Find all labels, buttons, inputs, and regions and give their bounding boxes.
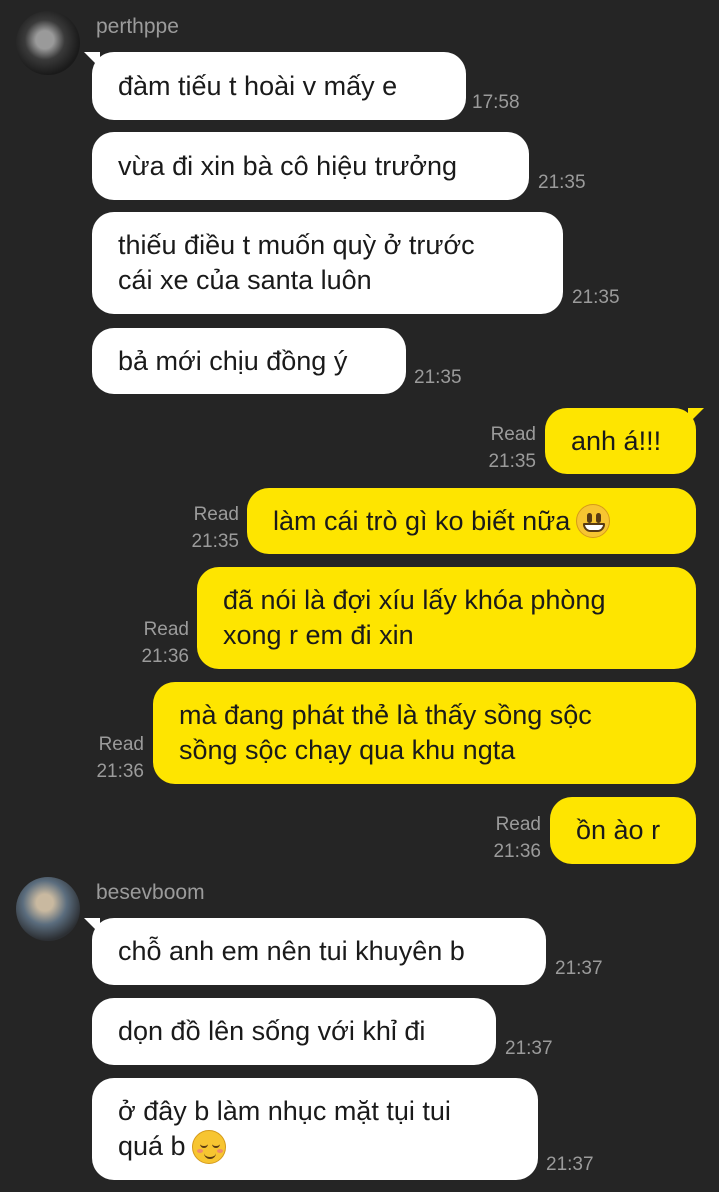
message-time: 21:36	[96, 761, 144, 782]
message-text: thiếu điều t muốn quỳ ở trước cái xe của…	[118, 230, 475, 295]
grinning-face-emoji	[576, 504, 611, 538]
sender-name: perthppe	[96, 15, 179, 38]
message-text: làm cái trò gì ko biết nữa	[273, 505, 571, 536]
message-text: ồn ào r	[576, 815, 661, 845]
message-bubble[interactable]: thiếu điều t muốn quỳ ở trước cái xe của…	[92, 212, 563, 314]
message-text: đàm tiếu t hoài v mấy e	[118, 70, 398, 101]
message-bubble[interactable]: bả mới chịu đồng ý	[92, 328, 406, 394]
message-text: chỗ anh em nên tui khuyên b	[118, 936, 465, 966]
message-time: 21:37	[505, 1038, 553, 1059]
message-text: dọn đồ lên sống với khỉ đi	[118, 1016, 426, 1046]
message-bubble[interactable]: ở đây b làm nhục mặt tụi tui quá b	[92, 1078, 538, 1180]
sender-name: besevboom	[96, 881, 205, 904]
bubble-tail	[688, 408, 704, 424]
message-time: 21:37	[546, 1154, 594, 1175]
avatar-perthppe[interactable]	[16, 11, 80, 75]
message-bubble[interactable]: mà đang phát thẻ là thấy sồng sộc sồng s…	[153, 682, 696, 784]
message-meta: Read 21:36	[465, 811, 541, 865]
read-status: Read	[143, 619, 189, 640]
message-time: 21:35	[414, 367, 462, 388]
message-time: 21:35	[572, 287, 620, 308]
message-time: 17:58	[472, 92, 520, 113]
message-bubble[interactable]: đã nói là đợi xíu lấy khóa phòng xong r …	[197, 567, 696, 669]
message-bubble[interactable]: vừa đi xin bà cô hiệu trưởng	[92, 132, 529, 200]
message-meta: Read 21:36	[68, 731, 144, 785]
read-status: Read	[495, 814, 541, 835]
avatar-besevboom[interactable]	[16, 877, 80, 941]
message-time: 21:37	[555, 958, 603, 979]
message-bubble[interactable]: đàm tiếu t hoài v mấy e	[92, 52, 466, 120]
message-bubble[interactable]: chỗ anh em nên tui khuyên b	[92, 918, 546, 985]
message-text-content: ở đây b làm nhục mặt tụi tui quá b	[118, 1095, 451, 1161]
message-text: bả mới chịu đồng ý	[118, 345, 348, 376]
message-meta: Read 21:36	[113, 616, 189, 670]
message-bubble[interactable]: ồn ào r	[550, 797, 696, 864]
message-time: 21:35	[191, 531, 239, 552]
message-bubble[interactable]: dọn đồ lên sống với khỉ đi	[92, 998, 496, 1065]
read-status: Read	[98, 734, 144, 755]
message-text: ở đây b làm nhục mặt tụi tui quá b	[118, 1094, 451, 1165]
read-status: Read	[193, 504, 239, 525]
message-text: anh á!!!	[571, 425, 662, 456]
message-text: vừa đi xin bà cô hiệu trưởng	[118, 150, 458, 181]
message-time: 21:35	[538, 172, 586, 193]
message-meta: Read 21:35	[163, 501, 239, 555]
message-time: 21:35	[488, 451, 536, 472]
message-text: mà đang phát thẻ là thấy sồng sộc sồng s…	[179, 700, 592, 765]
message-meta: Read 21:35	[460, 421, 536, 475]
read-status: Read	[490, 424, 536, 445]
message-bubble[interactable]: làm cái trò gì ko biết nữa	[247, 488, 696, 554]
message-time: 21:36	[493, 841, 541, 862]
message-text: đã nói là đợi xíu lấy khóa phòng xong r …	[223, 585, 606, 650]
message-bubble[interactable]: anh á!!!	[545, 408, 696, 474]
message-time: 21:36	[141, 646, 189, 667]
relieved-face-emoji	[191, 1130, 226, 1165]
